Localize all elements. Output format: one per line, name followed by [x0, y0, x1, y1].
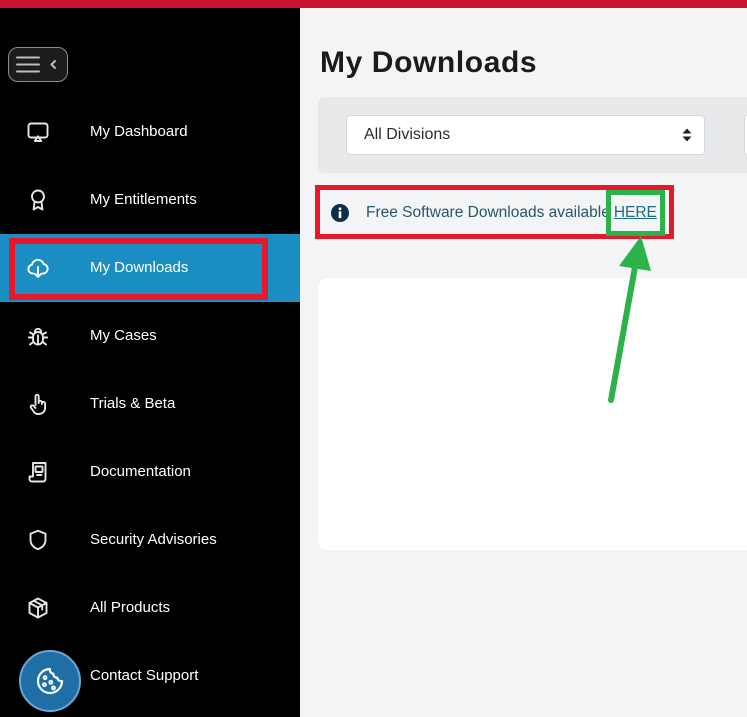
sidebar-item-label: My Dashboard	[90, 123, 188, 140]
sidebar-nav: My Dashboard My Entitlements My Download…	[0, 98, 300, 712]
page-title: My Downloads	[320, 46, 538, 79]
sidebar-item-my-cases[interactable]: My Cases	[0, 302, 300, 370]
sidebar-item-documentation[interactable]: Documentation	[0, 438, 300, 506]
cube-icon	[26, 596, 50, 620]
cookie-icon	[36, 667, 64, 695]
contact-support-button[interactable]	[19, 650, 81, 712]
award-icon	[26, 188, 50, 212]
sort-arrows-icon	[682, 128, 692, 142]
menu-collapse-icon	[15, 56, 56, 72]
app-window: My Dashboard My Entitlements My Download…	[0, 0, 747, 717]
cloud-download-icon	[26, 256, 50, 280]
filter-bar: All Divisions	[318, 97, 747, 173]
sidebar-item-label: Documentation	[90, 463, 191, 480]
sidebar: My Dashboard My Entitlements My Download…	[0, 8, 300, 717]
sidebar-item-label: My Downloads	[90, 259, 189, 276]
dashboard-icon	[26, 120, 50, 144]
sidebar-item-my-dashboard[interactable]: My Dashboard	[0, 98, 300, 166]
documentation-icon	[26, 460, 50, 484]
sidebar-item-label: My Entitlements	[90, 191, 197, 208]
sidebar-item-my-downloads[interactable]: My Downloads	[0, 234, 300, 302]
info-icon	[331, 204, 349, 222]
sidebar-item-label: Contact Support	[90, 667, 199, 684]
sidebar-item-all-products[interactable]: All Products	[0, 574, 300, 642]
sidebar-item-label: All Products	[90, 599, 171, 616]
sidebar-toggle-button[interactable]	[8, 47, 68, 82]
shield-icon	[26, 528, 50, 552]
division-select[interactable]: All Divisions	[346, 115, 705, 155]
sidebar-item-trials-beta[interactable]: Trials & Beta	[0, 370, 300, 438]
sidebar-item-my-entitlements[interactable]: My Entitlements	[0, 166, 300, 234]
top-accent-bar	[0, 0, 747, 8]
sidebar-item-security-advisories[interactable]: Security Advisories	[0, 506, 300, 574]
hand-pointer-icon	[26, 392, 50, 416]
downloads-card	[318, 278, 747, 550]
sidebar-item-label: My Cases	[90, 327, 157, 344]
here-link[interactable]: HERE	[614, 204, 657, 222]
bug-icon	[26, 324, 50, 348]
sidebar-item-contact-support[interactable]: Contact Support	[0, 642, 300, 712]
sidebar-item-label: Security Advisories	[90, 531, 217, 548]
division-select-value: All Divisions	[364, 126, 451, 143]
free-downloads-notice: Free Software Downloads available HERE	[331, 200, 657, 226]
sidebar-item-label: Trials & Beta	[90, 395, 176, 412]
notice-text: Free Software Downloads available	[366, 204, 610, 221]
